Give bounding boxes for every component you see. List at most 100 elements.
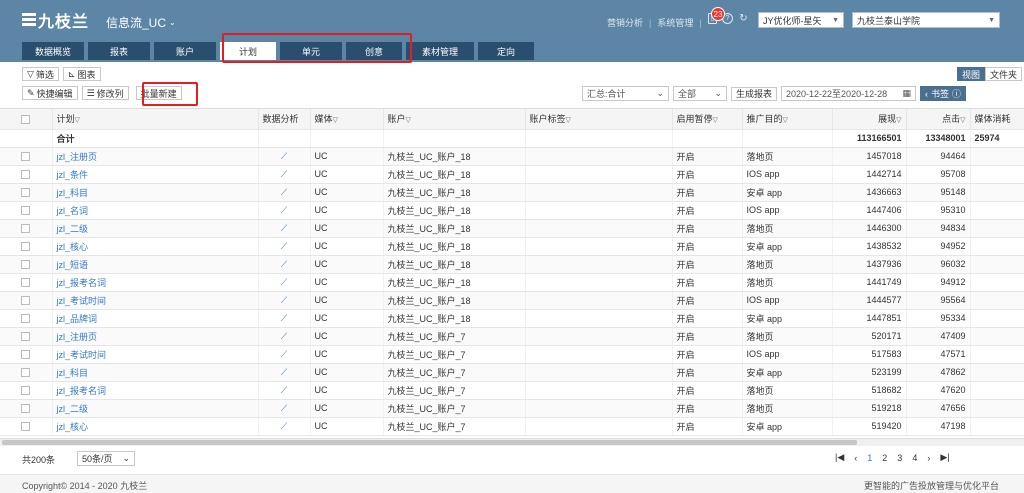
trend-chart-icon[interactable]: ⟋ xyxy=(281,205,287,215)
trend-chart-icon[interactable]: ⟋ xyxy=(281,421,287,431)
row-checkbox[interactable] xyxy=(21,404,31,414)
row-checkbox[interactable] xyxy=(21,296,31,306)
row-select-cell[interactable] xyxy=(0,363,53,382)
row-select-cell[interactable] xyxy=(0,345,53,364)
scrollbar-thumb[interactable] xyxy=(2,440,857,445)
row-checkbox[interactable] xyxy=(21,332,31,342)
summary-select[interactable]: 汇总:合计 ⌄ xyxy=(582,86,669,101)
col-account[interactable]: 账户▽ xyxy=(383,109,526,130)
trend-chart-icon[interactable]: ⟋ xyxy=(281,169,287,179)
row-checkbox[interactable] xyxy=(21,278,31,288)
col-impressions[interactable]: 展现▽ xyxy=(832,109,907,130)
logo[interactable]: 九枝兰 xyxy=(22,10,89,31)
col-cost[interactable]: 媒体消耗 xyxy=(970,109,1024,130)
prev-page-icon[interactable]: ‹ xyxy=(854,453,857,463)
trend-chart-icon[interactable]: ⟋ xyxy=(281,367,287,377)
page-3[interactable]: 3 xyxy=(897,453,902,463)
trend-chart-icon[interactable]: ⟋ xyxy=(281,385,287,395)
filter-icon[interactable]: ▽ xyxy=(896,117,901,124)
trend-chart-icon[interactable]: ⟋ xyxy=(281,313,287,323)
last-page-icon[interactable]: ▶| xyxy=(940,452,949,463)
edit-columns-button[interactable]: ☰ 修改列 xyxy=(81,86,129,100)
plan-name-link[interactable]: jzl_科目 xyxy=(52,183,259,202)
trend-chart-icon[interactable]: ⟋ xyxy=(281,223,287,233)
tab-unit[interactable]: 单元 xyxy=(280,42,342,60)
tab-plan[interactable]: 计划 xyxy=(220,42,276,60)
col-clicks[interactable]: 点击▽ xyxy=(906,109,971,130)
date-range-picker[interactable]: 2020-12-22至2020-12-28 ▦ xyxy=(781,86,917,101)
filter-icon[interactable]: ▽ xyxy=(783,117,788,124)
row-checkbox[interactable] xyxy=(21,188,31,198)
filter-icon[interactable]: ▽ xyxy=(960,117,965,124)
trend-chart-icon[interactable]: ⟋ xyxy=(281,241,287,251)
row-select-cell[interactable] xyxy=(0,309,53,328)
plan-name-link[interactable]: jzl_品牌词 xyxy=(52,309,259,328)
first-page-icon[interactable]: |◀ xyxy=(835,452,844,463)
tab-materials[interactable]: 素材管理 xyxy=(406,42,474,60)
row-checkbox[interactable] xyxy=(21,224,31,234)
page-1[interactable]: 1 xyxy=(867,453,872,463)
link-marketing-analysis[interactable]: 营销分析 xyxy=(607,16,643,29)
row-select-cell[interactable] xyxy=(0,381,53,400)
trend-chart-icon[interactable]: ⟋ xyxy=(281,151,287,161)
col-plan[interactable]: 计划▽ xyxy=(52,109,259,130)
trend-chart-icon[interactable]: ⟋ xyxy=(281,187,287,197)
generate-report-button[interactable]: 生成报表 xyxy=(731,86,778,101)
trend-chart-icon[interactable]: ⟋ xyxy=(281,259,287,269)
row-checkbox[interactable] xyxy=(21,368,31,378)
row-select-cell[interactable] xyxy=(0,273,53,292)
refresh-icon[interactable]: ↻ xyxy=(738,13,749,24)
row-select-cell[interactable] xyxy=(0,237,53,256)
col-account-tag[interactable]: 账户标签▽ xyxy=(525,109,673,130)
filter-icon[interactable]: ▽ xyxy=(566,117,571,124)
row-checkbox[interactable] xyxy=(21,422,31,432)
plan-name-link[interactable]: jzl_核心 xyxy=(52,237,259,256)
page-4[interactable]: 4 xyxy=(912,453,917,463)
tab-account[interactable]: 账户 xyxy=(154,42,216,60)
page-size-select[interactable]: 50条/页 ⌄ xyxy=(77,451,135,466)
col-media[interactable]: 媒体▽ xyxy=(310,109,384,130)
row-select-cell[interactable] xyxy=(0,417,53,436)
next-page-icon[interactable]: › xyxy=(927,453,930,463)
plan-name-link[interactable]: jzl_注册页 xyxy=(52,147,259,166)
plan-name-link[interactable]: jzl_二级 xyxy=(52,399,259,418)
row-select-cell[interactable] xyxy=(0,165,53,184)
app-switcher[interactable]: 信息流_UC ⌄ xyxy=(106,14,176,31)
horizontal-scrollbar[interactable] xyxy=(0,438,1024,446)
plan-name-link[interactable]: jzl_考试时间 xyxy=(52,291,259,310)
select-all-checkbox[interactable] xyxy=(21,114,31,124)
plan-name-link[interactable]: jzl_报考名词 xyxy=(52,273,259,292)
trend-chart-icon[interactable]: ⟋ xyxy=(281,295,287,305)
col-goal[interactable]: 推广目的▽ xyxy=(742,109,833,130)
plan-name-link[interactable]: jzl_注册页 xyxy=(52,327,259,346)
plan-name-link[interactable]: jzl_短语 xyxy=(52,255,259,274)
plan-name-link[interactable]: jzl_考试时间 xyxy=(52,345,259,364)
row-select-cell[interactable] xyxy=(0,327,53,346)
trend-chart-icon[interactable]: ⟋ xyxy=(281,349,287,359)
plan-name-link[interactable]: jzl_名词 xyxy=(52,201,259,220)
row-select-cell[interactable] xyxy=(0,291,53,310)
select-all-cell[interactable] xyxy=(0,109,53,130)
bookmark-button[interactable]: ‹ 书签 ⓘ xyxy=(920,86,967,101)
row-checkbox[interactable] xyxy=(21,152,31,162)
row-checkbox[interactable] xyxy=(21,314,31,324)
row-checkbox[interactable] xyxy=(21,350,31,360)
filter-icon[interactable]: ▽ xyxy=(713,117,718,124)
chart-button[interactable]: ⊾ 图表 xyxy=(62,67,101,81)
plan-name-link[interactable]: jzl_核心 xyxy=(52,417,259,436)
col-status[interactable]: 启用暂停▽ xyxy=(672,109,743,130)
plan-name-link[interactable]: jzl_二级 xyxy=(52,219,259,238)
quick-edit-button[interactable]: ✎ 快捷编辑 xyxy=(22,86,78,100)
row-select-cell[interactable] xyxy=(0,183,53,202)
scope-select[interactable]: 全部 ⌄ xyxy=(673,86,727,101)
trend-chart-icon[interactable]: ⟋ xyxy=(281,331,287,341)
plan-name-link[interactable]: jzl_报考名词 xyxy=(52,381,259,400)
tab-report[interactable]: 报表 xyxy=(88,42,150,60)
row-select-cell[interactable] xyxy=(0,399,53,418)
row-checkbox[interactable] xyxy=(21,386,31,396)
trend-chart-icon[interactable]: ⟋ xyxy=(281,277,287,287)
link-system-management[interactable]: 系统管理 xyxy=(657,16,693,29)
folder-button[interactable]: 文件夹 xyxy=(984,67,1022,81)
row-checkbox[interactable] xyxy=(21,206,31,216)
row-checkbox[interactable] xyxy=(21,242,31,252)
